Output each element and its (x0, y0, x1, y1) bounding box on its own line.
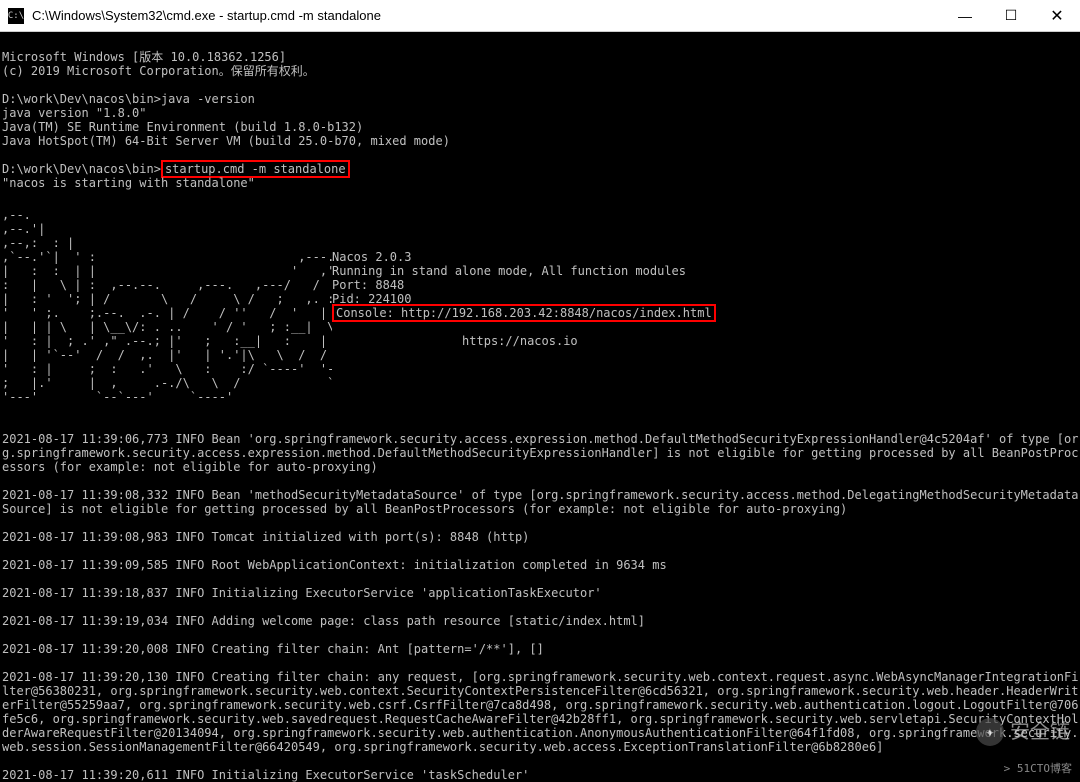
log-line-7: 2021-08-17 11:39:20,008 INFO Creating fi… (2, 642, 544, 656)
terminal-output[interactable]: Microsoft Windows [版本 10.0.18362.1256] (… (0, 32, 1080, 782)
copyright: (c) 2019 Microsoft Corporation。保留所有权利。 (2, 64, 315, 78)
log-line-5: 2021-08-17 11:39:18,837 INFO Initializin… (2, 586, 602, 600)
log-line-6: 2021-08-17 11:39:19,034 INFO Adding welc… (2, 614, 645, 628)
startup-prompt: D:\work\Dev\nacos\bin> (2, 162, 161, 176)
maximize-button[interactable]: ☐ (988, 0, 1034, 31)
log-line-8: 2021-08-17 11:39:20,130 INFO Creating fi… (2, 670, 1080, 754)
window-controls: — ☐ ✕ (942, 0, 1080, 31)
java-version-3: Java HotSpot(TM) 64-Bit Server VM (build… (2, 134, 450, 148)
log-line-4: 2021-08-17 11:39:09,585 INFO Root WebApp… (2, 558, 667, 572)
log-line-1: 2021-08-17 11:39:06,773 INFO Bean 'org.s… (2, 432, 1080, 474)
cmd-icon: C:\ (8, 8, 24, 24)
close-button[interactable]: ✕ (1034, 0, 1080, 31)
nacos-version: Nacos 2.0.3 (332, 250, 411, 264)
window-titlebar: C:\ C:\Windows\System32\cmd.exe - startu… (0, 0, 1080, 32)
java-version-2: Java(TM) SE Runtime Environment (build 1… (2, 120, 363, 134)
java-version-1: java version "1.8.0" (2, 106, 147, 120)
java-version-cmd: D:\work\Dev\nacos\bin>java -version (2, 92, 255, 106)
startup-msg: "nacos is starting with standalone" (2, 176, 255, 190)
nacos-port: Port: 8848 (332, 278, 404, 292)
log-line-2: 2021-08-17 11:39:08,332 INFO Bean 'metho… (2, 488, 1080, 516)
nacos-mode: Running in stand alone mode, All functio… (332, 264, 686, 278)
nacos-ascii-art: ,--. ,--.'| ,--,: : | Nacos ,`--.'`| ' :… (2, 208, 332, 404)
watermark: ✦ 安全链 (976, 718, 1070, 746)
window-title: C:\Windows\System32\cmd.exe - startup.cm… (32, 8, 942, 23)
watermark-text: 安全链 (1010, 725, 1070, 739)
wechat-icon: ✦ (976, 718, 1004, 746)
nacos-url: https://nacos.io (462, 334, 578, 348)
log-line-3: 2021-08-17 11:39:08,983 INFO Tomcat init… (2, 530, 529, 544)
footer-watermark: > 51CTO博客 (1004, 762, 1072, 776)
nacos-console-highlight: Console: http://192.168.203.42:8848/naco… (332, 304, 716, 322)
nacos-info-block: Nacos 2.0.3 Running in stand alone mode,… (332, 208, 716, 348)
os-header: Microsoft Windows [版本 10.0.18362.1256] (2, 50, 286, 64)
log-line-9: 2021-08-17 11:39:20,611 INFO Initializin… (2, 768, 529, 782)
minimize-button[interactable]: — (942, 0, 988, 31)
